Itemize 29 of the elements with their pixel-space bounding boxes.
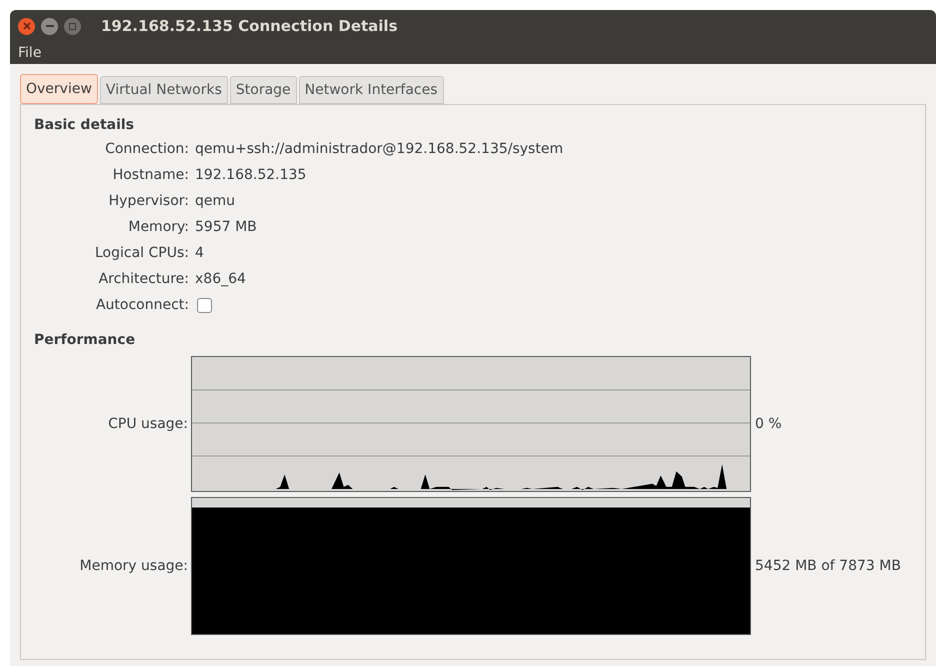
field-value: 4 — [195, 244, 205, 263]
tab[interactable]: Storage — [230, 76, 297, 104]
field-label: Logical CPUs: — [94, 244, 189, 263]
menu-item[interactable]: File — [18, 42, 42, 64]
graph-reading: 0 % — [755, 414, 782, 434]
graph-label: CPU usage: — [107, 414, 189, 434]
minimize-icon[interactable] — [41, 18, 58, 34]
field-value: qemu — [195, 192, 236, 211]
section-heading: Basic details — [34, 116, 136, 135]
field-label: Hostname: — [112, 166, 189, 185]
tab[interactable]: Virtual Networks — [100, 76, 228, 104]
field-label: Autoconnect: — [94, 296, 189, 315]
maximize-icon[interactable] — [64, 18, 81, 34]
field-value: 192.168.52.135 — [195, 166, 308, 185]
field-label: Hypervisor: — [108, 192, 189, 211]
field-value: qemu+ssh://administrador@192.168.52.135/system — [195, 140, 564, 159]
window-title: 192.168.52.135 Connection Details — [101, 16, 398, 37]
tab[interactable]: Network Interfaces — [298, 76, 444, 104]
close-icon[interactable] — [18, 18, 35, 34]
field-label: Memory: — [127, 218, 189, 237]
field-label: Architecture: — [98, 270, 189, 289]
tab[interactable]: Overview — [20, 74, 98, 104]
graph-reading: 5452 MB of 7873 MB — [755, 556, 901, 576]
autoconnect-checkbox[interactable] — [197, 298, 212, 313]
field-value: 5957 MB — [195, 218, 258, 237]
field-label: Connection: — [104, 140, 189, 159]
graph-label: Memory usage: — [78, 556, 189, 576]
field-value: x86_64 — [195, 270, 247, 289]
section-heading: Performance — [34, 331, 136, 350]
